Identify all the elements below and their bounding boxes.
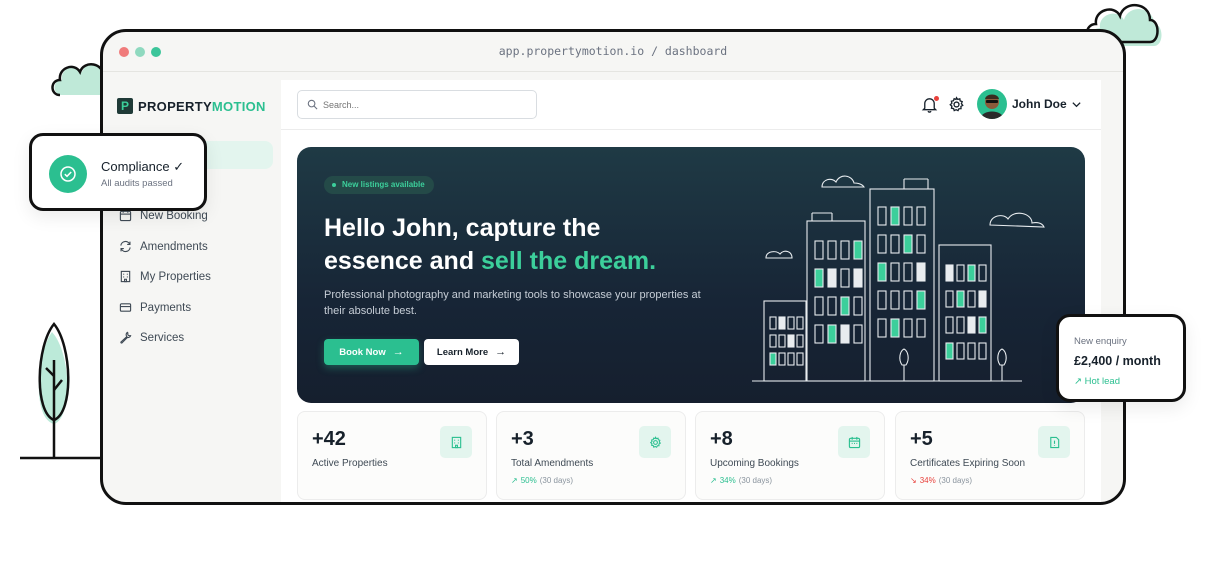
stat-label: Upcoming Bookings (710, 458, 799, 469)
stat-icon-badge (1038, 426, 1070, 458)
city-skyline-illustration (752, 175, 1045, 382)
book-now-button[interactable]: Book Now → (324, 339, 419, 365)
browser-titlebar: app.propertymotion.io / dashboard (103, 32, 1123, 72)
new-listings-badge: New listings available (324, 176, 434, 194)
compliance-badge (49, 155, 87, 193)
trend-percent: 50% (520, 476, 537, 485)
hero-banner: New listings available Hello John, captu… (297, 147, 1085, 403)
gear-icon (649, 435, 661, 448)
stat-trend: ↗ 34% (30 days) (710, 476, 772, 485)
trend-percent: 34% (719, 476, 736, 485)
stat-label: Certificates Expiring Soon (910, 458, 1026, 469)
sidebar-item-label: New Booking (140, 209, 208, 222)
stat-value: +5 (910, 428, 933, 450)
trend-period: (30 days) (938, 476, 973, 485)
browser-window: app.propertymotion.io / dashboard P PROP… (100, 29, 1126, 505)
compliance-card: Compliance ✓ All audits passed (29, 133, 207, 211)
learn-more-label: Learn More (436, 346, 489, 358)
app-logo[interactable]: P PROPERTY MOTION (117, 98, 266, 114)
trend-down-icon: ↘ (910, 476, 917, 485)
main-panel: John Doe New listings available Hello Jo… (281, 80, 1101, 502)
hero-subtitle: Professional photography and marketing t… (324, 289, 701, 317)
stat-trend: ↗ 50% (30 days) (511, 476, 573, 485)
trend-up-icon: ↗ (710, 476, 717, 485)
stat-card-active-properties[interactable]: +42 Active Properties (297, 411, 487, 500)
logo-text: PROPERTY (138, 98, 212, 114)
wrench-icon (120, 331, 132, 344)
sidebar-item-label: Services (140, 331, 185, 344)
sidebar-item-label: Payments (140, 301, 192, 314)
book-now-label: Book Now (339, 346, 386, 358)
sidebar-item-label: Amendments (140, 240, 208, 253)
hero-title-accent: sell the dream. (481, 247, 657, 275)
stat-icon-badge (639, 426, 671, 458)
address-bar[interactable]: app.propertymotion.io / dashboard (103, 44, 1123, 58)
avatar[interactable] (977, 89, 1007, 119)
calendar-icon (848, 436, 860, 448)
refresh-icon (120, 240, 131, 253)
building-icon (451, 436, 461, 448)
enquiry-card: New enquiry £2,400 / month ↗ Hot lead (1056, 314, 1186, 402)
stat-card-upcoming-bookings[interactable]: +8 Upcoming Bookings ↗ 34% (30 days) (695, 411, 885, 500)
stat-trend: ↘ 34% (30 days) (910, 476, 972, 485)
hero-title-line1: Hello John, capture the (324, 214, 601, 242)
sidebar-item-services[interactable]: Services (119, 331, 184, 344)
search-box[interactable] (297, 90, 537, 119)
stat-icon-badge (838, 426, 870, 458)
hero-title: Hello John, capture the essence and sell… (324, 212, 764, 278)
hot-lead-link[interactable]: ↗ Hot lead (1074, 376, 1120, 387)
document-icon (1049, 436, 1059, 448)
sidebar-item-amendments[interactable]: Amendments (119, 240, 208, 253)
learn-more-button[interactable]: Learn More → (424, 339, 519, 365)
arrow-right-icon: → (495, 346, 507, 358)
search-icon (307, 99, 318, 110)
user-name[interactable]: John Doe (1012, 97, 1067, 111)
credit-card-icon (119, 303, 132, 312)
chevron-down-icon[interactable] (1071, 99, 1082, 110)
compliance-title: Compliance ✓ (101, 159, 185, 174)
header-divider (281, 129, 1101, 130)
stat-value: +8 (710, 428, 733, 450)
stat-icon-badge (440, 426, 472, 458)
stat-label: Active Properties (312, 458, 388, 469)
search-input[interactable] (323, 99, 523, 110)
building-icon (120, 270, 131, 283)
stat-card-total-amendments[interactable]: +3 Total Amendments ↗ 50% (30 days) (496, 411, 686, 500)
hero-title-line2: essence and (324, 247, 482, 275)
check-circle-icon (60, 166, 76, 182)
trend-period: (30 days) (539, 476, 574, 485)
notification-dot (934, 96, 939, 101)
sidebar-item-my-properties[interactable]: My Properties (119, 270, 211, 283)
stat-value: +3 (511, 428, 534, 450)
trend-period: (30 days) (738, 476, 773, 485)
logo-mark: P (117, 98, 133, 114)
stat-card-certificates-expiring[interactable]: +5 Certificates Expiring Soon ↘ 34% (30 … (895, 411, 1085, 500)
enquiry-price: £2,400 / month (1074, 354, 1161, 368)
arrow-right-icon: → (392, 346, 404, 358)
trend-percent: 34% (919, 476, 936, 485)
gear-icon[interactable] (948, 96, 965, 113)
enquiry-label: New enquiry (1074, 336, 1127, 347)
stat-label: Total Amendments (511, 458, 594, 469)
logo-text-accent: MOTION (211, 98, 266, 114)
compliance-subtitle: All audits passed (101, 178, 173, 189)
building-windows (769, 206, 987, 366)
stat-value: +42 (312, 428, 346, 450)
sidebar-item-payments[interactable]: Payments (119, 301, 191, 314)
trend-up-icon: ↗ (511, 476, 518, 485)
sidebar-item-label: My Properties (140, 270, 211, 283)
